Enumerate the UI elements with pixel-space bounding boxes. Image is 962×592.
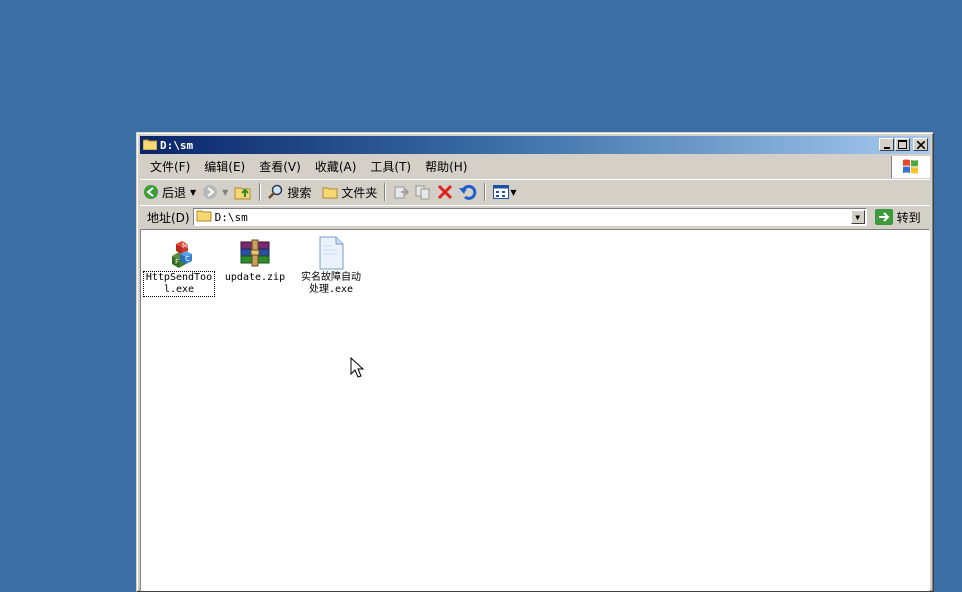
views-icon bbox=[493, 185, 510, 199]
app-mfc-icon: M F C bbox=[162, 236, 196, 270]
folder-icon bbox=[322, 187, 338, 199]
address-input[interactable]: D:\sm ▼ bbox=[192, 208, 867, 226]
go-label: 转到 bbox=[896, 210, 921, 225]
toolbar-separator bbox=[259, 183, 262, 201]
forward-dropdown-icon[interactable]: ▼ bbox=[222, 188, 228, 197]
toolbar: 后退 ▼ ▼ 搜索 文件夹 ▼ bbox=[140, 179, 930, 204]
menu-help[interactable]: 帮助(H) bbox=[418, 158, 474, 175]
file-list[interactable]: M F C HttpSendTool.exe update.zip 实名故障自动… bbox=[140, 229, 930, 591]
menu-bar: 文件(F) 编辑(E) 查看(V) 收藏(A) 工具(T) 帮助(H) bbox=[140, 156, 930, 178]
menu-tools[interactable]: 工具(T) bbox=[363, 158, 418, 175]
views-button[interactable]: ▼ bbox=[493, 185, 517, 199]
forward-arrow-icon bbox=[203, 185, 218, 199]
window-title: D:\sm bbox=[160, 138, 194, 152]
close-icon bbox=[916, 140, 925, 149]
file-name: 实名故障自动处理.exe bbox=[301, 272, 361, 295]
mouse-cursor-icon bbox=[350, 357, 364, 378]
search-button[interactable]: 搜索 bbox=[268, 184, 311, 201]
delete-icon bbox=[438, 184, 453, 200]
svg-text:C: C bbox=[185, 255, 190, 263]
back-arrow-icon bbox=[144, 185, 158, 199]
forward-button[interactable]: ▼ bbox=[202, 184, 228, 200]
back-button[interactable]: 后退 ▼ bbox=[143, 184, 196, 201]
up-folder-icon bbox=[234, 187, 251, 200]
folders-label: 文件夹 bbox=[341, 185, 378, 200]
address-bar: 地址(D) D:\sm ▼ 转到 bbox=[140, 205, 930, 228]
address-label: 地址(D) bbox=[147, 210, 190, 225]
close-button[interactable] bbox=[913, 138, 928, 151]
address-value: D:\sm bbox=[214, 210, 248, 224]
svg-text:F: F bbox=[175, 258, 179, 266]
file-item[interactable]: M F C HttpSendTool.exe bbox=[143, 236, 215, 297]
delete-button[interactable] bbox=[437, 184, 453, 200]
address-dropdown-button[interactable]: ▼ bbox=[850, 210, 865, 224]
folder-icon bbox=[142, 138, 158, 153]
toolbar-separator bbox=[384, 183, 387, 201]
menu-view[interactable]: 查看(V) bbox=[252, 158, 308, 175]
minimize-button[interactable] bbox=[879, 138, 894, 151]
menu-edit[interactable]: 编辑(E) bbox=[197, 158, 252, 175]
file-name: update.zip bbox=[224, 272, 286, 283]
file-name: HttpSendTool.exe bbox=[143, 271, 215, 297]
maximize-button[interactable] bbox=[895, 138, 910, 151]
go-button[interactable]: 转到 bbox=[874, 209, 921, 226]
maximize-icon bbox=[898, 140, 907, 149]
file-item[interactable]: update.zip bbox=[219, 236, 291, 284]
windows-logo-icon bbox=[891, 156, 930, 178]
back-label: 后退 bbox=[162, 185, 187, 200]
undo-icon bbox=[459, 184, 477, 200]
menu-file[interactable]: 文件(F) bbox=[140, 158, 197, 175]
folder-icon bbox=[196, 209, 212, 225]
copy-to-icon bbox=[415, 185, 430, 200]
winrar-archive-icon bbox=[238, 236, 272, 270]
back-dropdown-icon[interactable]: ▼ bbox=[190, 188, 196, 197]
file-item[interactable]: 实名故障自动处理.exe bbox=[295, 236, 367, 296]
explorer-window: D:\sm 文件(F) 编辑(E) 查看(V) 收藏(A) 工具(T) 帮助(H… bbox=[136, 132, 934, 592]
folders-button[interactable]: 文件夹 bbox=[322, 184, 377, 201]
move-to-icon bbox=[394, 186, 410, 199]
search-icon bbox=[268, 184, 283, 199]
move-to-button[interactable] bbox=[393, 184, 410, 200]
document-icon bbox=[314, 236, 348, 270]
undo-button[interactable] bbox=[459, 184, 477, 200]
minimize-icon bbox=[883, 146, 890, 149]
copy-to-button[interactable] bbox=[415, 184, 431, 200]
menu-favorites[interactable]: 收藏(A) bbox=[308, 158, 364, 175]
toolbar-separator bbox=[484, 183, 487, 201]
views-dropdown-icon[interactable]: ▼ bbox=[510, 188, 516, 197]
search-label: 搜索 bbox=[287, 185, 312, 200]
svg-text:M: M bbox=[182, 242, 188, 250]
go-arrow-icon bbox=[874, 209, 893, 225]
title-bar[interactable]: D:\sm bbox=[140, 136, 930, 154]
up-folder-button[interactable] bbox=[234, 184, 252, 200]
